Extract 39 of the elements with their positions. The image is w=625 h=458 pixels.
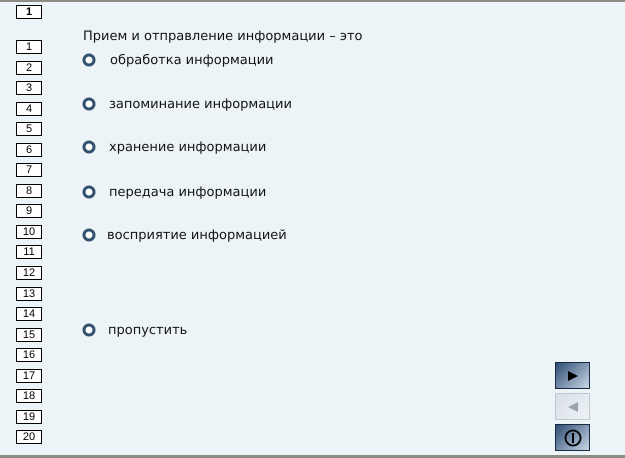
answer-option[interactable]: запоминание информации [109, 96, 292, 112]
power-icon [564, 428, 582, 446]
finish-button[interactable] [555, 424, 590, 451]
answer-option[interactable]: передача информации [109, 184, 266, 200]
next-button[interactable] [555, 362, 590, 389]
question-number-link[interactable]: 15 [16, 328, 42, 342]
radio-button[interactable] [82, 140, 96, 154]
back-icon [566, 400, 578, 412]
radio-button[interactable] [82, 228, 96, 242]
current-question-number: 1 [16, 5, 42, 19]
question-number-link[interactable]: 20 [16, 430, 42, 444]
question-number-link[interactable]: 5 [16, 122, 42, 136]
question-number-link[interactable]: 3 [16, 81, 42, 96]
answer-option[interactable]: восприятие информацией [107, 228, 287, 242]
question-number-link[interactable]: 8 [16, 184, 42, 198]
question-number-link[interactable]: 2 [16, 60, 42, 75]
radio-button[interactable] [82, 185, 96, 199]
answer-option[interactable]: обработка информации [110, 52, 274, 68]
question-text: Прием и отправление информации – это [83, 28, 364, 46]
play-icon [566, 370, 578, 382]
question-number-link[interactable]: 13 [16, 286, 42, 301]
question-number-link[interactable]: 1 [16, 40, 42, 54]
question-number-link[interactable]: 7 [16, 163, 42, 178]
question-number-link[interactable]: 17 [16, 368, 42, 383]
question-number-link[interactable]: 14 [16, 307, 42, 322]
radio-button[interactable] [82, 53, 96, 67]
question-number-link[interactable]: 16 [16, 348, 42, 362]
question-number-link[interactable]: 4 [16, 102, 42, 116]
answer-option[interactable]: хранение информации [109, 140, 266, 154]
question-number-link[interactable]: 12 [16, 266, 42, 280]
radio-button[interactable] [82, 97, 96, 111]
question-number-link[interactable]: 19 [16, 410, 42, 424]
question-number-link[interactable]: 18 [16, 389, 42, 404]
radio-button[interactable] [82, 323, 96, 337]
question-number-link[interactable]: 10 [16, 224, 42, 239]
skip-option[interactable]: пропустить [108, 322, 188, 338]
question-number-link[interactable]: 6 [16, 142, 42, 157]
question-number-link[interactable]: 9 [16, 204, 42, 218]
question-number-link[interactable]: 11 [16, 245, 42, 260]
